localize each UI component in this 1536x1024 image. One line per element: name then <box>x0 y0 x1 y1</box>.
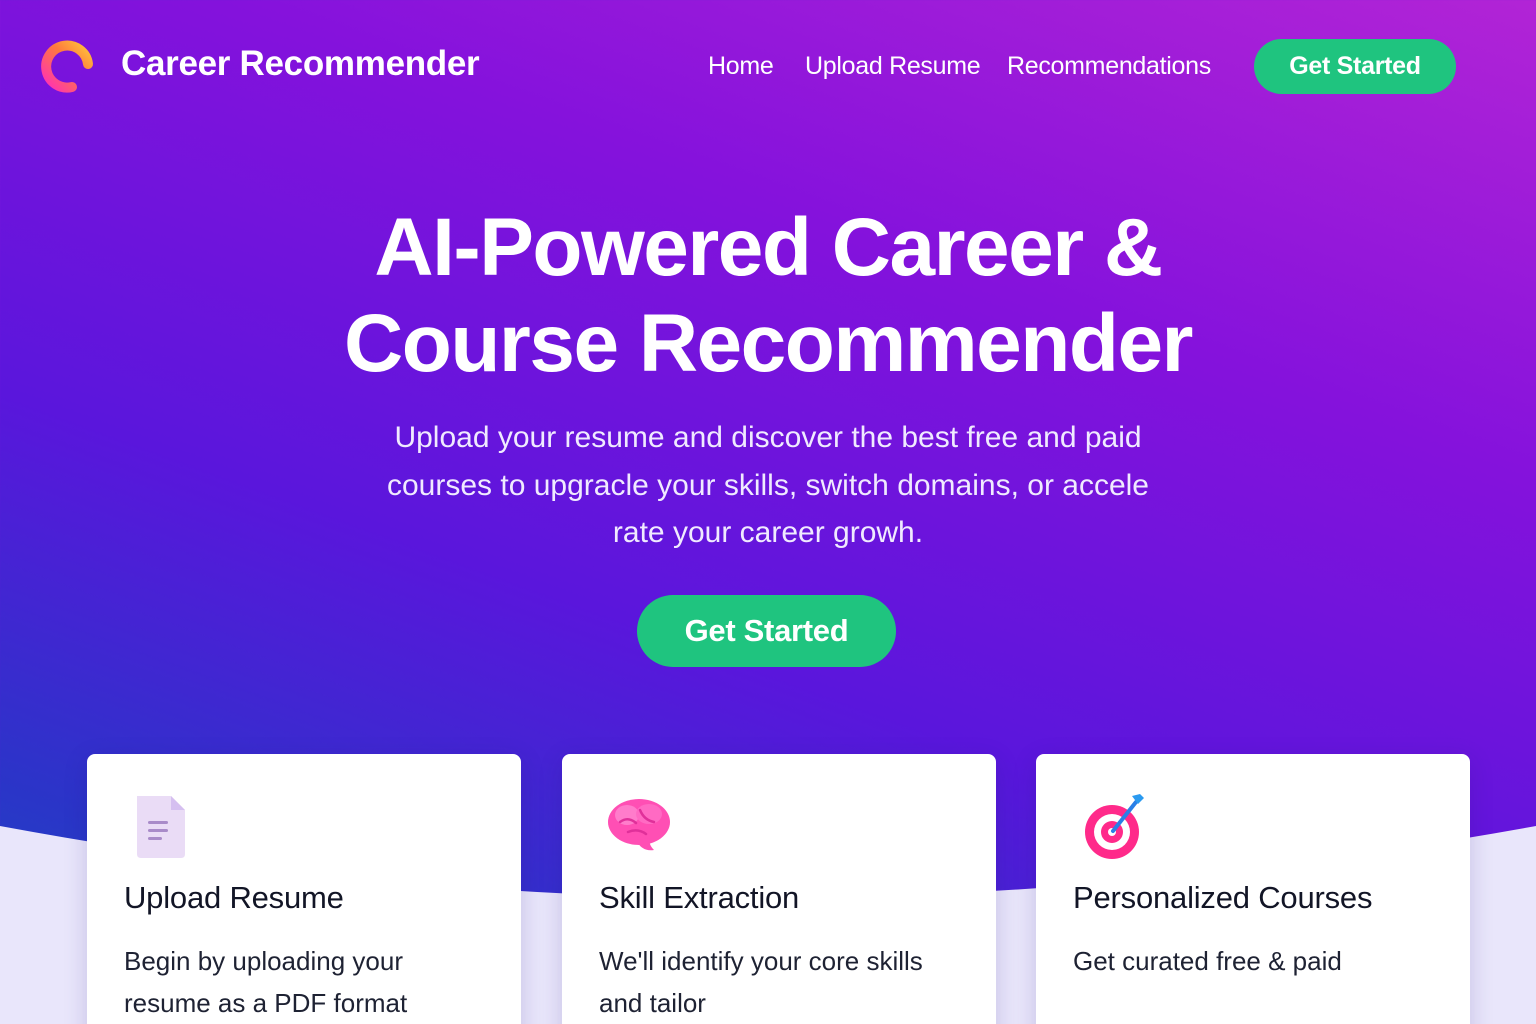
feature-card-skill-extraction[interactable]: Skill Extraction We'll identify your cor… <box>562 754 996 1024</box>
hero-subtitle-line-3: rate your career growh. <box>612 516 924 549</box>
nav-upload-resume-link[interactable]: Upload Resume <box>805 52 981 81</box>
feature-title: Skill Extraction <box>599 880 800 915</box>
hero-title-line-2: Course Recommender <box>344 298 1193 389</box>
target-icon <box>1085 794 1144 859</box>
feature-card-upload-resume[interactable]: Upload Resume Begin by uploading your re… <box>87 754 521 1024</box>
feature-card-personalized-courses[interactable]: Personalized Courses Get curated free & … <box>1036 754 1470 1024</box>
document-icon <box>137 796 185 858</box>
hero-title-line-1: AI-Powered Career & <box>374 202 1163 293</box>
hero-subtitle-line-1: Upload your resume and discover the best… <box>394 421 1142 454</box>
hero-subtitle: Upload your resume and discover the best… <box>318 414 1218 557</box>
hero-title: AI-Powered Career & Course Recommender <box>268 200 1268 392</box>
nav-home-link[interactable]: Home <box>708 52 774 81</box>
feature-description: We'll identify your core skills and tail… <box>599 946 923 1018</box>
brand-name[interactable]: Career Recommender <box>121 44 480 84</box>
feature-title: Upload Resume <box>124 880 344 915</box>
nav-recommendations-link[interactable]: Recommendations <box>1007 52 1211 81</box>
logo-icon <box>41 40 93 93</box>
feature-description: Get curated free & paid <box>1073 946 1342 976</box>
nav-get-started-button[interactable]: Get Started <box>1254 39 1456 94</box>
top-navigation: Career Recommender Home Upload Resume Re… <box>0 0 1536 135</box>
brain-icon <box>608 799 670 851</box>
feature-title: Personalized Courses <box>1073 880 1373 915</box>
hero-get-started-button[interactable]: Get Started <box>637 595 896 667</box>
hero-subtitle-line-2: courses to upgracle your skills, switch … <box>387 468 1149 502</box>
feature-description: Begin by uploading your resume as a PDF … <box>124 946 408 1018</box>
